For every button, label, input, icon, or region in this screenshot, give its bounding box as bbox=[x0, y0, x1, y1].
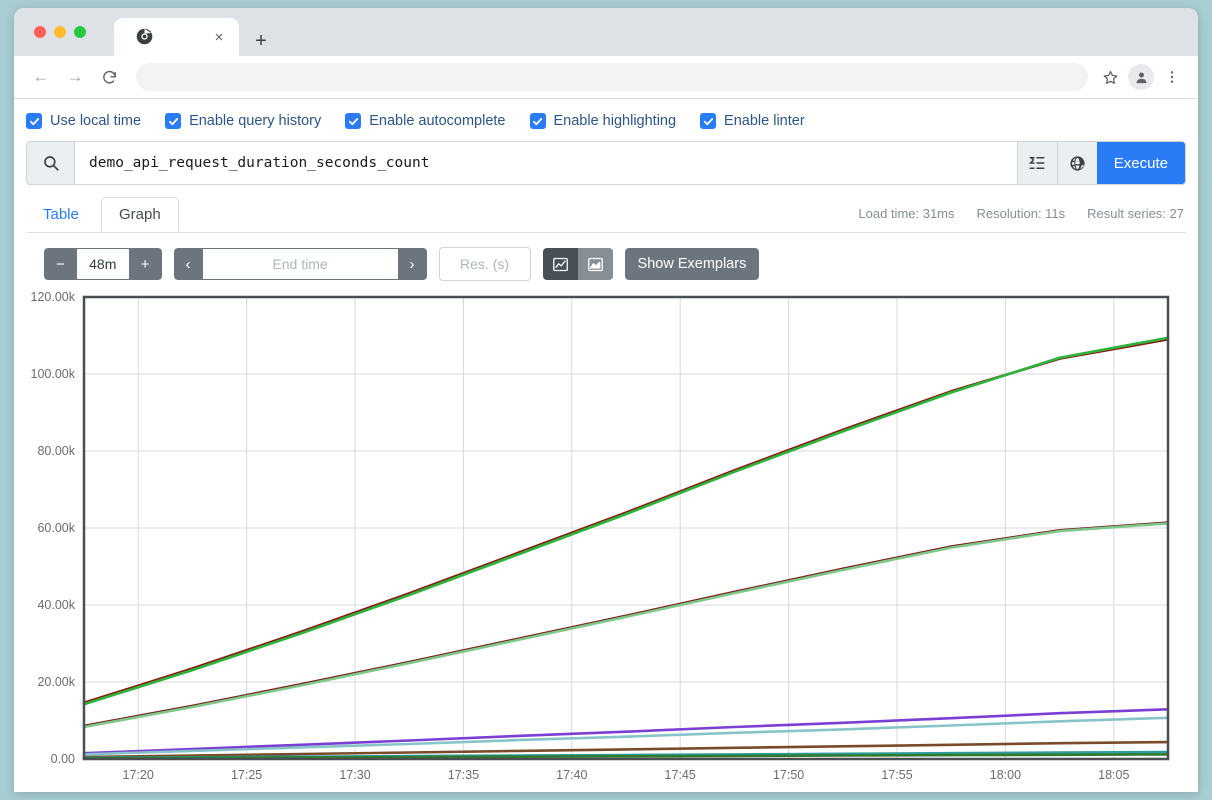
execute-button[interactable]: Execute bbox=[1096, 142, 1185, 184]
x-axis-tick-label: 17:25 bbox=[231, 768, 262, 782]
star-icon[interactable] bbox=[1096, 63, 1124, 91]
x-axis-tick-label: 17:40 bbox=[556, 768, 587, 782]
x-axis-tick-label: 17:30 bbox=[339, 768, 370, 782]
x-axis-tick-label: 17:55 bbox=[881, 768, 912, 782]
y-axis-tick-label: 120.00k bbox=[31, 290, 76, 304]
result-series: Result series: 27 bbox=[1087, 206, 1184, 221]
globe-icon[interactable] bbox=[1056, 142, 1097, 184]
x-axis-tick-label: 18:00 bbox=[990, 768, 1021, 782]
x-axis-tick-label: 17:45 bbox=[665, 768, 696, 782]
option-enable-linter[interactable]: Enable linter bbox=[700, 113, 805, 129]
result-tabs: Table Graph Load time: 31ms Resolution: … bbox=[26, 197, 1186, 233]
new-tab-button[interactable]: + bbox=[248, 28, 274, 54]
option-label: Enable autocomplete bbox=[369, 113, 506, 129]
window-traffic-lights bbox=[34, 26, 86, 38]
y-axis-tick-label: 0.00 bbox=[51, 752, 75, 766]
option-enable-autocomplete[interactable]: Enable autocomplete bbox=[345, 113, 506, 129]
resolution-input[interactable]: Res. (s) bbox=[438, 247, 531, 281]
y-axis-tick-label: 80.00k bbox=[37, 444, 75, 458]
increase-range-button[interactable]: + bbox=[128, 248, 162, 280]
decrease-range-button[interactable]: − bbox=[44, 248, 77, 280]
y-axis-tick-label: 20.00k bbox=[37, 675, 75, 689]
range-value[interactable]: 48m bbox=[76, 248, 129, 280]
show-exemplars-button[interactable]: Show Exemplars bbox=[624, 248, 760, 280]
prometheus-page: Use local time Enable query history Enab… bbox=[14, 99, 1198, 792]
end-time-picker: ‹ End time › bbox=[173, 248, 427, 280]
tab-table[interactable]: Table bbox=[26, 197, 96, 232]
x-axis-tick-label: 17:35 bbox=[448, 768, 479, 782]
browser-toolbar: ← → bbox=[14, 56, 1198, 99]
range-stepper: − 48m + bbox=[44, 248, 162, 280]
reload-icon[interactable] bbox=[95, 63, 123, 91]
x-axis-tick-label: 18:05 bbox=[1098, 768, 1129, 782]
query-bar: Execute bbox=[26, 141, 1186, 185]
checkbox-checked-icon[interactable] bbox=[529, 113, 546, 129]
previous-time-button[interactable]: ‹ bbox=[173, 248, 203, 280]
option-label: Enable query history bbox=[189, 113, 322, 129]
next-time-button[interactable]: › bbox=[397, 248, 427, 280]
y-axis-tick-label: 100.00k bbox=[31, 367, 76, 381]
checkbox-checked-icon[interactable] bbox=[700, 113, 717, 129]
line-chart-icon[interactable] bbox=[542, 248, 578, 280]
browser-window: × + ← → Use local time Enable query hist… bbox=[14, 8, 1198, 792]
option-enable-query-history[interactable]: Enable query history bbox=[165, 113, 321, 129]
maximize-window-button[interactable] bbox=[74, 26, 86, 38]
load-time: Load time: 31ms bbox=[858, 206, 955, 221]
option-enable-highlighting[interactable]: Enable highlighting bbox=[529, 113, 677, 129]
option-label: Enable linter bbox=[724, 113, 805, 129]
query-stats: Load time: 31ms Resolution: 11s Result s… bbox=[858, 206, 1184, 221]
y-axis-tick-label: 40.00k bbox=[37, 598, 75, 612]
chrome-icon bbox=[136, 28, 153, 45]
end-time-input[interactable]: End time bbox=[202, 248, 398, 280]
browser-tab[interactable]: × bbox=[114, 18, 239, 56]
graph-controls: − 48m + ‹ End time › Res. (s) Show Exemp… bbox=[44, 247, 1198, 281]
y-axis-tick-label: 60.00k bbox=[37, 521, 75, 535]
checkbox-checked-icon[interactable] bbox=[165, 113, 182, 129]
option-label: Enable highlighting bbox=[553, 113, 677, 129]
x-axis-tick-label: 17:50 bbox=[773, 768, 804, 782]
resolution: Resolution: 11s bbox=[976, 206, 1066, 221]
metrics-explorer-icon[interactable] bbox=[1016, 142, 1057, 184]
checkbox-checked-icon[interactable] bbox=[345, 113, 362, 129]
close-icon[interactable]: × bbox=[209, 27, 229, 47]
graph-panel: 0.00 20.00k 40.00k 60.00k 80.00k 100.00k 120.0… bbox=[14, 289, 1198, 791]
tab-graph[interactable]: Graph bbox=[101, 197, 179, 232]
option-label: Use local time bbox=[50, 113, 142, 129]
query-options-bar: Use local time Enable query history Enab… bbox=[14, 99, 1198, 141]
forward-icon[interactable]: → bbox=[61, 63, 89, 91]
search-icon[interactable] bbox=[27, 142, 75, 184]
tab-strip: × + bbox=[14, 8, 1198, 56]
stacked-area-chart-icon[interactable] bbox=[577, 248, 613, 280]
back-icon[interactable]: ← bbox=[27, 63, 55, 91]
minimize-window-button[interactable] bbox=[54, 26, 66, 38]
address-bar[interactable] bbox=[136, 63, 1088, 91]
query-input[interactable] bbox=[75, 142, 1017, 184]
x-axis-tick-label: 17:20 bbox=[123, 768, 154, 782]
chart-type-toggle bbox=[542, 248, 613, 280]
time-series-chart[interactable]: 0.00 20.00k 40.00k 60.00k 80.00k 100.00k 120.0… bbox=[14, 289, 1198, 791]
option-use-local-time[interactable]: Use local time bbox=[26, 113, 141, 129]
kebab-menu-icon[interactable] bbox=[1158, 63, 1186, 91]
profile-icon[interactable] bbox=[1128, 64, 1154, 90]
toolbar-actions bbox=[1096, 63, 1188, 91]
checkbox-checked-icon[interactable] bbox=[26, 113, 42, 129]
close-window-button[interactable] bbox=[34, 26, 46, 38]
